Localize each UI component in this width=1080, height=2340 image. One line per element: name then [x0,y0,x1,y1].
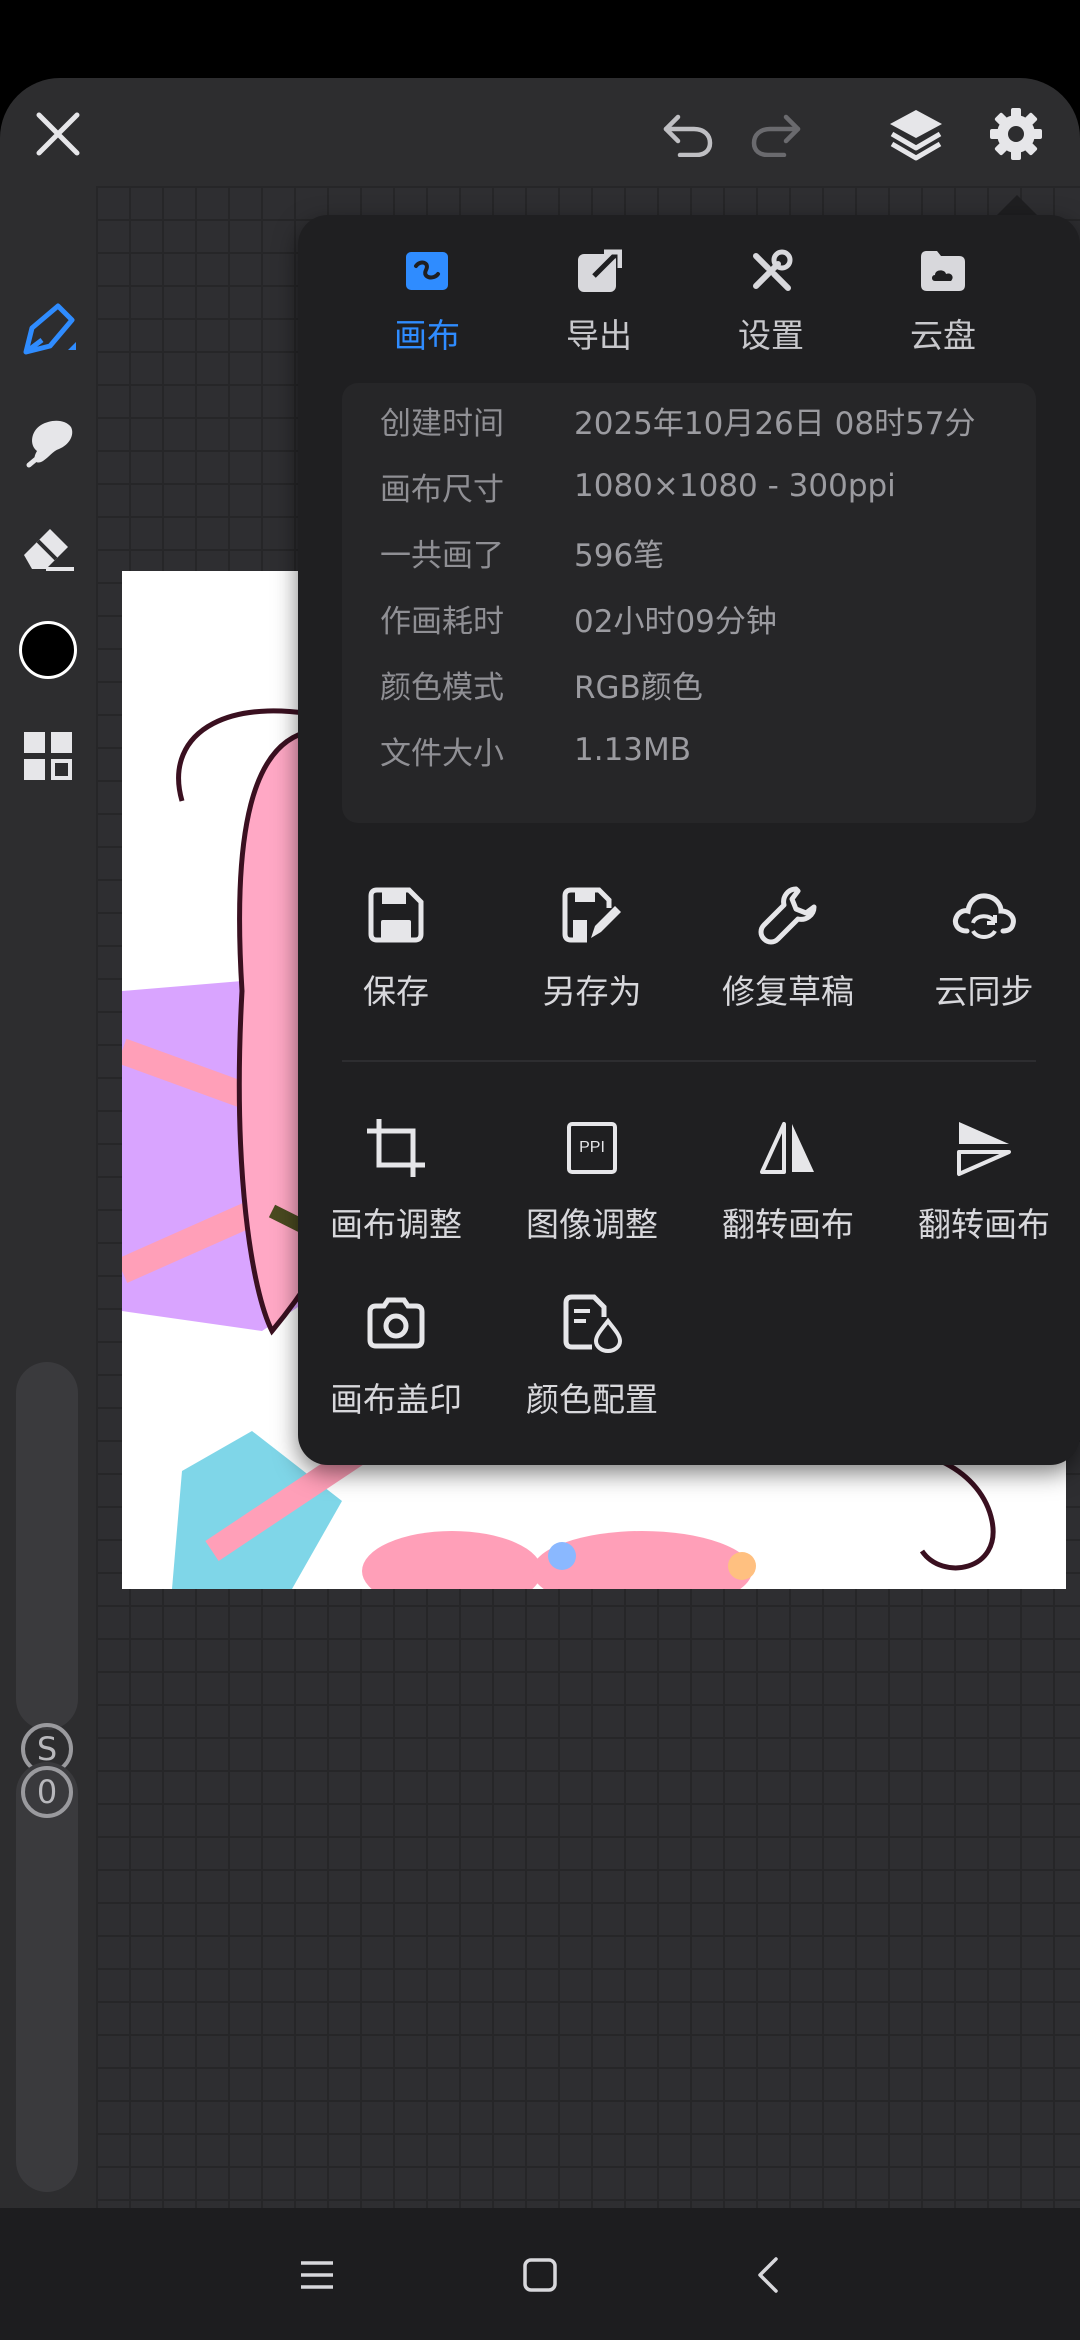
section-divider [342,1060,1036,1062]
camera-icon [360,1287,432,1359]
pen-icon[interactable] [14,296,82,364]
tab-settings-label: 设置 [738,316,804,355]
save-as-icon [556,879,628,951]
tool-sidebar: S 0 [0,186,96,2208]
opacity-label: 0 [21,1766,73,1818]
info-value: 596笔 [574,537,665,574]
panel-pointer [995,195,1039,217]
back-icon[interactable] [733,2240,803,2310]
ppi-icon: PPI [556,1112,628,1184]
menu-icon[interactable] [282,2240,352,2310]
canvas-stamp-button[interactable]: 画布盖印 [298,1287,494,1437]
info-value: 1.13MB [574,732,692,768]
info-value: 02小时09分钟 [574,603,777,640]
redo-icon[interactable] [746,104,808,164]
export-icon [573,245,625,297]
info-row: 颜色模式 RGB颜色 [380,651,703,717]
tools-icon [745,245,797,297]
tab-canvas[interactable]: 画布 [341,237,513,367]
info-row: 作画耗时 02小时09分钟 [380,585,777,651]
crop-icon [360,1112,432,1184]
system-navbar [0,2208,1080,2340]
cloud-sync-icon [948,879,1020,951]
grid-tools-icon[interactable] [14,722,82,790]
ppi-icon-text: PPI [567,1122,617,1174]
canvas-stamp-label: 画布盖印 [330,1380,462,1419]
eraser-icon[interactable] [14,511,82,579]
smudge-icon[interactable] [14,406,82,474]
info-value: RGB颜色 [574,669,703,706]
tab-cloud[interactable]: 云盘 [857,237,1029,367]
color-profile-label: 颜色配置 [526,1380,658,1419]
info-row: 创建时间 2025年10月26日 08时57分 [380,387,976,453]
flip-horizontal-button[interactable]: 翻转画布 [690,1112,886,1262]
info-key: 一共画了 [380,537,504,574]
info-row: 文件大小 1.13MB [380,717,691,783]
panel-tabs: 画布 导出 设置 云盘 [298,237,1080,367]
save-button[interactable]: 保存 [298,879,494,1029]
home-icon[interactable] [505,2240,575,2310]
save-as-label: 另存为 [542,972,642,1011]
info-value: 2025年10月26日 08时57分 [574,405,976,442]
info-key: 颜色模式 [380,669,504,706]
flip-horizontal-icon [752,1112,824,1184]
color-profile-button[interactable]: 颜色配置 [494,1287,690,1437]
canvas-icon [401,245,453,297]
wrench-icon [752,879,824,951]
tab-export[interactable]: 导出 [513,237,685,367]
image-adjust-label: 图像调整 [526,1205,658,1244]
save-icon [360,879,432,951]
image-adjust-button[interactable]: PPI 图像调整 [494,1112,690,1262]
tab-settings[interactable]: 设置 [685,237,857,367]
info-key: 画布尺寸 [380,471,504,508]
info-key: 创建时间 [380,405,504,442]
opacity-knob[interactable]: 0 [16,1761,78,1823]
flip-vertical-icon [948,1112,1020,1184]
undo-icon[interactable] [656,104,718,164]
save-label: 保存 [363,972,429,1011]
repair-draft-button[interactable]: 修复草稿 [690,879,886,1029]
save-as-button[interactable]: 另存为 [494,879,690,1029]
info-row: 画布尺寸 1080×1080 - 300ppi [380,453,896,519]
settings-icon[interactable] [984,102,1048,166]
cloud-sync-label: 云同步 [934,972,1034,1011]
repair-draft-label: 修复草稿 [722,972,854,1011]
canvas-adjust-button[interactable]: 画布调整 [298,1112,494,1262]
cloud-folder-icon [917,245,969,297]
brush-opacity-slider[interactable]: 0 [16,1762,78,2192]
flip-horizontal-label: 翻转画布 [722,1205,854,1244]
canvas-adjust-label: 画布调整 [330,1205,462,1244]
info-row: 一共画了 596笔 [380,519,664,585]
canvas-menu-panel: 画布 导出 设置 云盘 创建时间 2025年10月26日 08时57分 画布尺寸 1… [298,215,1080,1465]
cloud-sync-button[interactable]: 云同步 [886,879,1080,1029]
color-swatch[interactable] [14,616,82,684]
info-value: 1080×1080 - 300ppi [574,468,896,504]
tab-export-label: 导出 [566,316,632,355]
canvas-info-card: 创建时间 2025年10月26日 08时57分 画布尺寸 1080×1080 - 3… [342,383,1036,823]
tab-canvas-label: 画布 [394,316,460,355]
brush-size-slider[interactable]: S [16,1362,78,1775]
flip-vertical-label: 翻转画布 [918,1205,1050,1244]
flip-vertical-button[interactable]: 翻转画布 [886,1112,1080,1262]
top-toolbar [0,78,1080,186]
tab-cloud-label: 云盘 [910,316,976,355]
close-icon[interactable] [28,104,88,164]
info-key: 作画耗时 [380,603,504,640]
info-key: 文件大小 [380,735,504,772]
layers-icon[interactable] [884,102,948,166]
color-profile-icon [556,1287,628,1359]
